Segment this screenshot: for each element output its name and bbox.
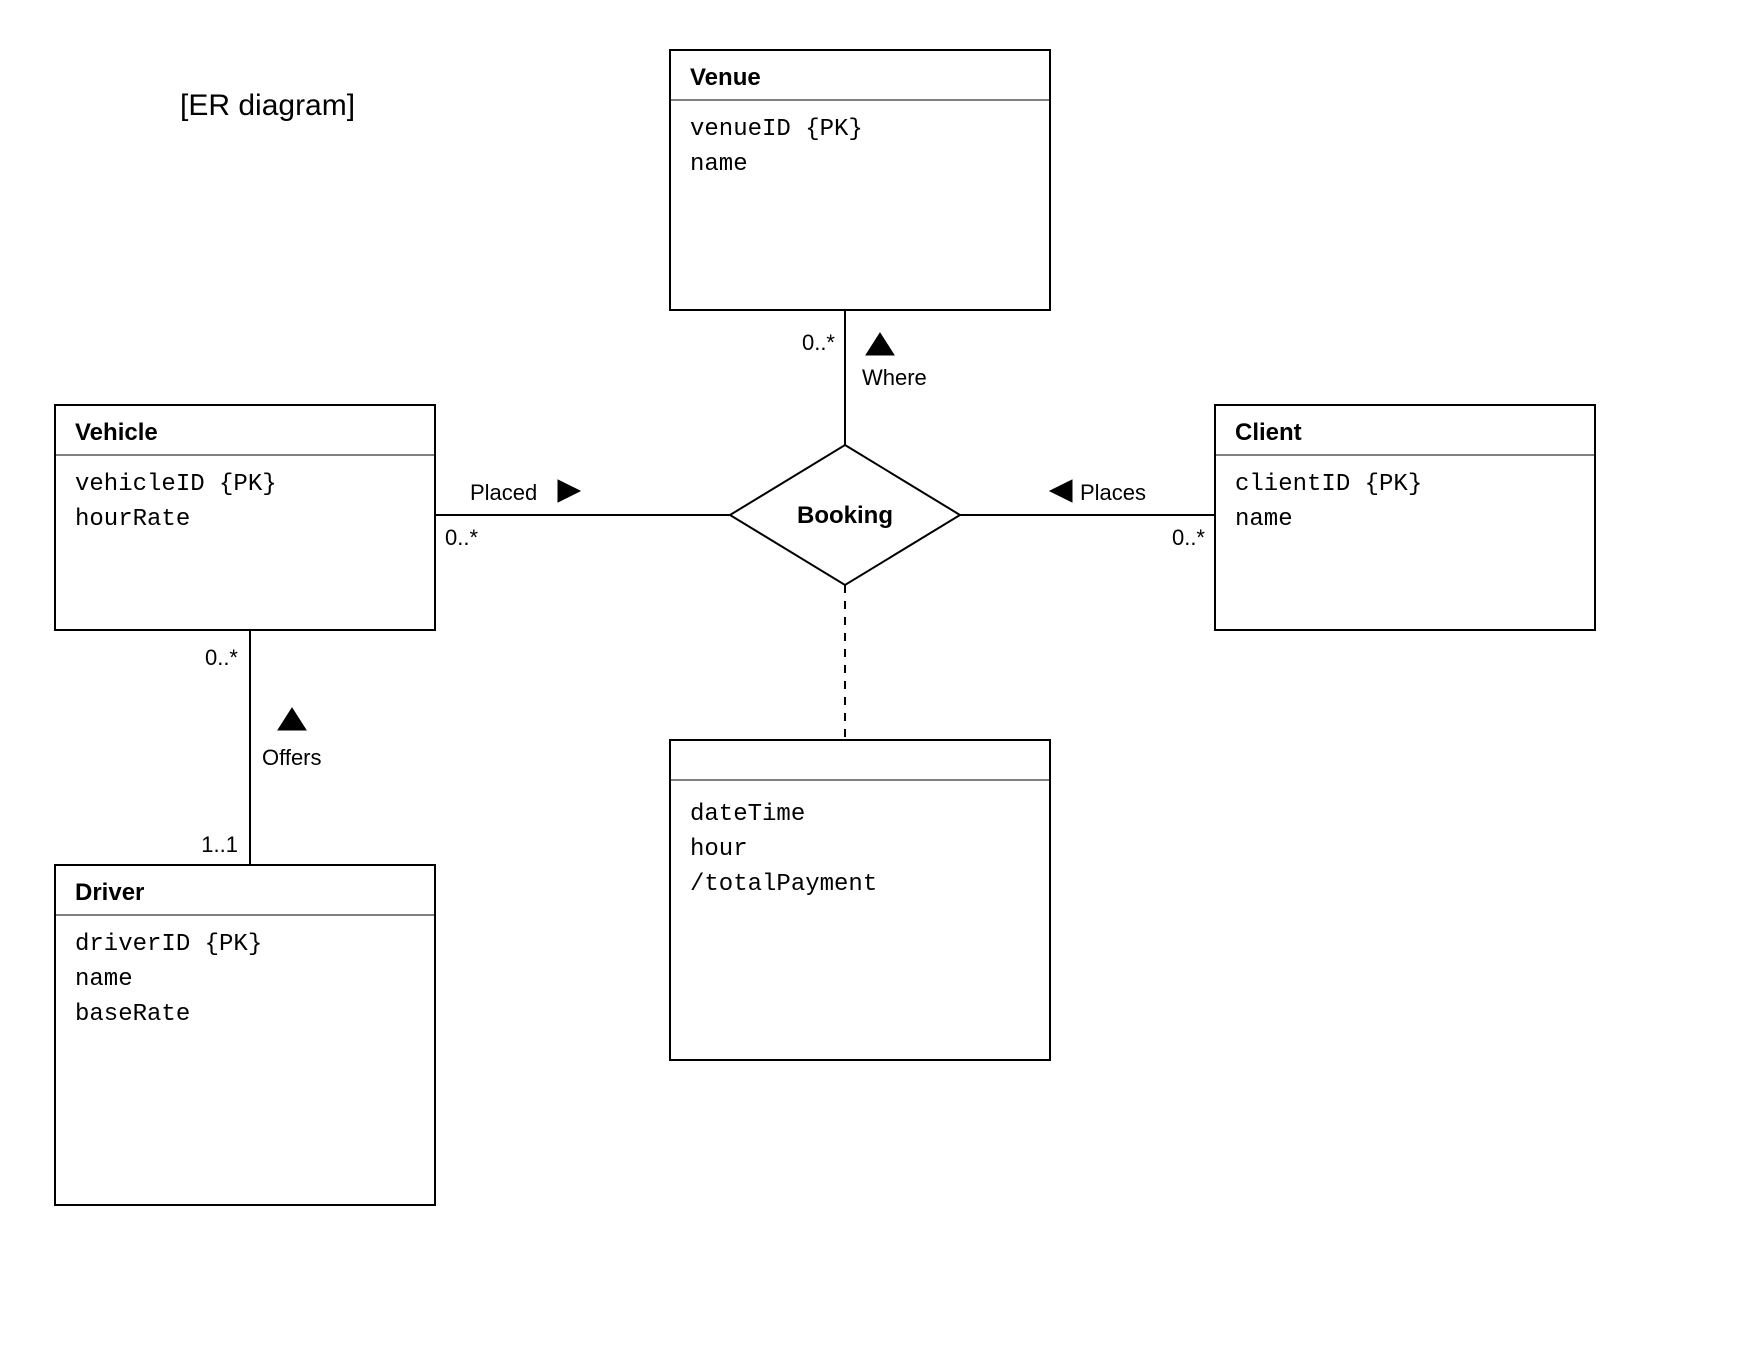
entity-venue: Venue venueID {PK} name [670,50,1050,310]
relationship-booking-name: Booking [797,502,893,529]
entity-vehicle-name: Vehicle [75,419,158,446]
entity-assoc-attr2: /totalPayment [690,871,877,898]
entity-venue-name: Venue [690,64,761,91]
arrow-venue [866,333,894,355]
relationship-booking: Booking [730,445,960,585]
entity-venue-attr0: venueID {PK} [690,116,863,143]
entity-vehicle-attr1: hourRate [75,506,190,533]
entity-driver-attr2: baseRate [75,1001,190,1028]
entity-vehicle: Vehicle vehicleID {PK} hourRate [55,405,435,630]
entity-client: Client clientID {PK} name [1215,405,1595,630]
entity-assoc-class: dateTime hour /totalPayment [670,740,1050,1060]
arrow-placed [558,480,580,502]
entity-client-name: Client [1235,419,1302,446]
mult-venue: 0..* [802,330,835,355]
label-placed: Placed [470,480,537,505]
mult-driver-bottom: 1..1 [201,832,238,857]
er-diagram: [ER diagram] Venue venueID {PK} name Veh… [0,0,1750,1352]
entity-driver-attr0: driverID {PK} [75,931,262,958]
entity-vehicle-attr0: vehicleID {PK} [75,471,277,498]
entity-driver-name: Driver [75,879,144,906]
entity-client-attr0: clientID {PK} [1235,471,1422,498]
entity-driver-attr1: name [75,966,133,993]
label-places: Places [1080,480,1146,505]
mult-vehicle: 0..* [445,525,478,550]
entity-assoc-attr0: dateTime [690,801,805,828]
label-offers: Offers [262,745,322,770]
entity-driver: Driver driverID {PK} name baseRate [55,865,435,1205]
mult-driver-top: 0..* [205,645,238,670]
arrow-offers [278,708,306,730]
label-where: Where [862,365,927,390]
entity-assoc-attr1: hour [690,836,748,863]
diagram-title: [ER diagram] [180,89,355,122]
mult-client: 0..* [1172,525,1205,550]
entity-client-attr1: name [1235,506,1293,533]
arrow-places [1050,480,1072,502]
entity-venue-attr1: name [690,151,748,178]
